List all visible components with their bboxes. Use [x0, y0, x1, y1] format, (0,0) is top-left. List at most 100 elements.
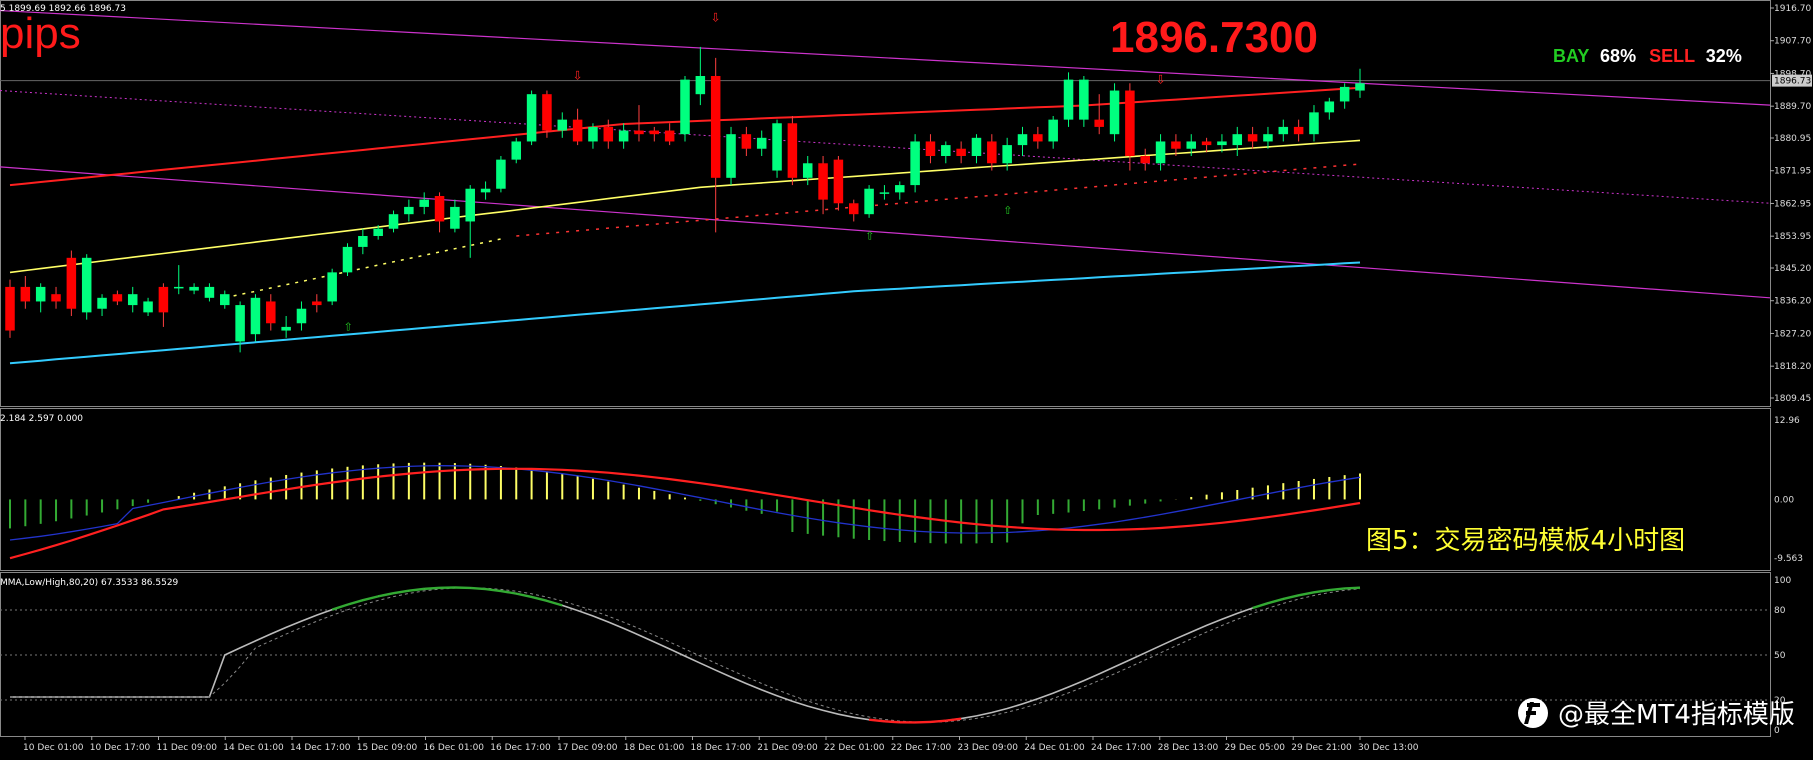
- stoch-overbought-segment: [408, 587, 425, 592]
- candle-body: [250, 297, 261, 335]
- candle-body: [557, 119, 568, 131]
- candle-body: [941, 145, 951, 156]
- lower-band-line: [9, 261, 1361, 365]
- candle-body: [1109, 90, 1120, 135]
- stoch-oversold-segment: [930, 719, 946, 724]
- stoch-oversold-segment: [884, 720, 900, 724]
- stoch-overbought-segment: [362, 595, 379, 602]
- candle-body: [81, 257, 92, 313]
- candle-body: [158, 286, 169, 313]
- candle-body: [971, 137, 982, 156]
- candle-body: [496, 159, 506, 189]
- price-tick-label: 1871.95: [1774, 167, 1811, 177]
- stoch-oversold-segment: [915, 720, 931, 724]
- macd-axis-label: 0.00: [1774, 495, 1794, 505]
- candle-body: [1017, 134, 1028, 146]
- candle-body: [680, 79, 690, 135]
- candle-body: [143, 301, 153, 313]
- candle-body: [1339, 86, 1350, 102]
- pips-label: pips: [0, 9, 81, 58]
- stoch-overbought-segment: [470, 586, 486, 591]
- time-tick-label: 24 Dec 01:00: [1024, 743, 1085, 753]
- time-tick-label: 10 Dec 17:00: [90, 743, 151, 753]
- current-price-display: 1896.7300: [1110, 13, 1318, 62]
- stoch-axis-label: 50: [1774, 651, 1786, 661]
- candle-body: [388, 214, 399, 229]
- stoch-overbought-segment: [531, 595, 548, 603]
- candle-body: [787, 123, 798, 178]
- price-chart-canvas[interactable]: 1916.701907.701898.701889.701880.951871.…: [0, 0, 1813, 760]
- candle-body: [710, 76, 721, 178]
- candle-body: [480, 188, 491, 193]
- candle-body: [373, 228, 383, 236]
- buy-arrow-icon: ⇧: [344, 321, 353, 334]
- candle-body: [112, 294, 123, 302]
- time-tick-label: 18 Dec 17:00: [691, 743, 752, 753]
- mt4-chart-window[interactable]: 1916.70 1907.70 1898.70 1889.70 1880.95 1871.…: [0, 0, 1813, 760]
- watermark-logo-icon: [1518, 697, 1548, 728]
- macd-axis-label: 12.96: [1774, 416, 1800, 426]
- candle-body: [1324, 101, 1335, 113]
- price-tick-label: 1836.20: [1774, 297, 1811, 307]
- stoch-overbought-segment: [1252, 602, 1269, 610]
- candle-body: [189, 286, 199, 291]
- price-tick-label: 1862.95: [1774, 199, 1811, 209]
- candle-body: [1063, 79, 1074, 120]
- bay-sell-panel: BAY 68% SELL 32%: [1553, 46, 1742, 67]
- candle-body: [220, 294, 230, 306]
- price-tick-label: 1809.45: [1774, 394, 1811, 404]
- time-tick-label: 15 Dec 09:00: [357, 743, 418, 753]
- candle-body: [588, 126, 598, 142]
- candle-body: [649, 130, 660, 135]
- time-tick-label: 16 Dec 01:00: [424, 743, 485, 753]
- stoch-overbought-segment: [424, 586, 440, 591]
- candle-body: [1263, 134, 1273, 142]
- candle-body: [434, 196, 445, 222]
- candle-body: [618, 130, 629, 142]
- time-tick-label: 18 Dec 01:00: [624, 743, 685, 753]
- time-tick-label: 10 Dec 01:00: [23, 743, 84, 753]
- time-tick-label: 22 Dec 17:00: [891, 743, 952, 753]
- chart-caption: 图5：交易密码模板4小时图: [1366, 526, 1686, 556]
- main-pane-frame: [0, 0, 1771, 407]
- candle-body: [726, 134, 736, 178]
- macd-signal-line: [9, 467, 1361, 560]
- candle-body: [235, 305, 245, 342]
- price-tick-label: 1845.20: [1774, 264, 1811, 274]
- candle-body: [1002, 145, 1012, 164]
- watermark: @最全MT4指标模版: [1518, 694, 1795, 731]
- candle-body: [1355, 83, 1365, 91]
- time-tick-label: 22 Dec 01:00: [824, 743, 885, 753]
- candle-body: [51, 294, 61, 302]
- stoch-overbought-segment: [1283, 594, 1299, 601]
- candle-body: [802, 163, 813, 178]
- candle-body: [404, 206, 414, 215]
- candle-body: [1309, 112, 1319, 135]
- candle-body: [1171, 141, 1181, 149]
- candle-body: [327, 272, 337, 302]
- stoch-axis-label: 100: [1774, 576, 1791, 586]
- candle-body: [342, 246, 353, 273]
- macd-axis-label: -9.563: [1774, 554, 1803, 564]
- price-tick-label: 1916.70: [1774, 4, 1811, 14]
- time-tick-label: 30 Dec 13:00: [1358, 743, 1419, 753]
- candle-body: [1094, 119, 1104, 127]
- candle-body: [910, 141, 920, 186]
- candle-body: [1125, 90, 1135, 156]
- candle-body: [895, 185, 905, 193]
- candle-body: [266, 301, 276, 324]
- candle-body: [864, 188, 874, 215]
- sell-percent: 32%: [1705, 46, 1742, 66]
- stoch-overbought-segment: [485, 587, 502, 593]
- buy-arrow-icon: ⇧: [1003, 204, 1012, 217]
- stoch-header: MMA,Low/High,80,20) 67.3533 86.5529: [0, 578, 179, 588]
- candle-body: [634, 130, 644, 135]
- stoch-overbought-segment: [331, 603, 348, 611]
- candle-body: [1048, 119, 1058, 142]
- candle-body: [1201, 141, 1212, 146]
- candle-body: [741, 134, 752, 149]
- stoch-overbought-segment: [546, 599, 563, 607]
- stoch-overbought-segment: [515, 592, 532, 599]
- candle-body: [419, 199, 429, 207]
- stoch-overbought-segment: [1344, 586, 1361, 590]
